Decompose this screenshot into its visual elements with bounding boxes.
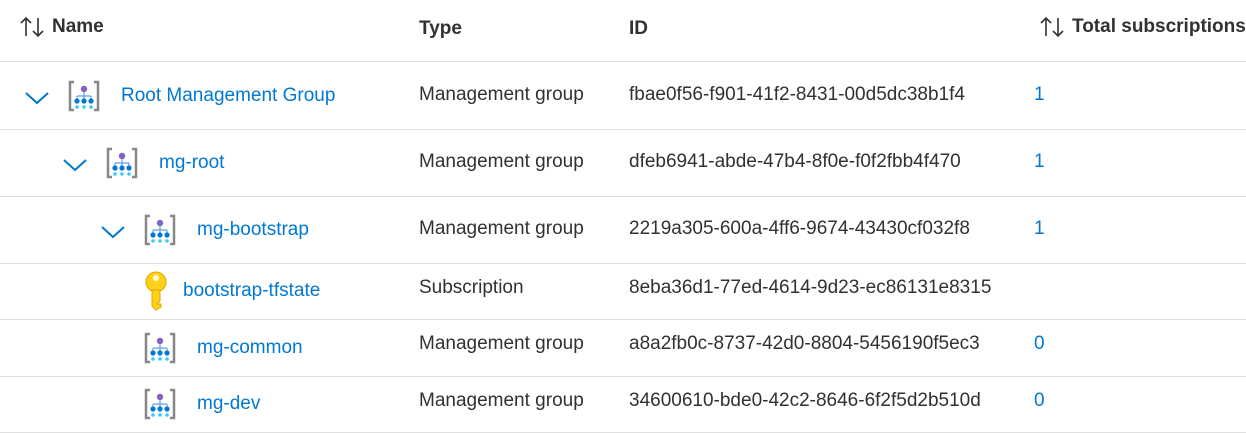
subscription-key-icon (142, 271, 170, 316)
management-group-icon (66, 78, 102, 119)
sort-arrows-icon (1040, 16, 1064, 38)
total-subscriptions-link[interactable]: 0 (1034, 390, 1045, 412)
total-subscriptions-link[interactable]: 1 (1034, 84, 1045, 106)
sort-total-subscriptions-button[interactable]: Total subscriptions (1038, 14, 1246, 40)
row-name-link[interactable]: mg-bootstrap (197, 219, 309, 241)
row-id: 2219a305-600a-4ff6-9674-43430cf032f8 (629, 218, 970, 239)
row-type: Management group (419, 390, 584, 411)
table-row[interactable]: mg-root Management group dfeb6941-abde-47b… (0, 129, 1246, 197)
table-header: Name Type ID Total subscriptions (0, 0, 1246, 62)
management-group-icon (104, 145, 140, 186)
column-header-id: ID (629, 18, 648, 39)
management-group-icon (142, 386, 178, 427)
management-group-icon (142, 212, 178, 253)
total-subscriptions-link[interactable]: 1 (1034, 218, 1045, 240)
table-row[interactable]: mg-common Management group a8a2fb0c-8737-4… (0, 319, 1246, 377)
row-name-link[interactable]: mg-root (159, 152, 224, 174)
chevron-down-icon[interactable] (100, 224, 126, 245)
table-row[interactable]: bootstrap-tfstate Subscription 8eba36d1-77… (0, 263, 1246, 320)
table-row[interactable]: mg-bootstrap Management group 2219a305-600… (0, 196, 1246, 264)
row-name-link[interactable]: mg-common (197, 337, 303, 359)
column-header-total-subscriptions: Total subscriptions (1072, 16, 1246, 37)
row-id: dfeb6941-abde-47b4-8f0e-f0f2fbb4f470 (629, 151, 961, 172)
sort-name-button[interactable]: Name (18, 14, 104, 40)
management-groups-table: Name Type ID Total subscriptions Root Ma… (0, 0, 1246, 433)
sort-arrows-icon (20, 16, 44, 38)
row-id: a8a2fb0c-8737-42d0-8804-5456190f5ec3 (629, 333, 980, 354)
row-name-link[interactable]: Root Management Group (121, 85, 335, 107)
column-header-type: Type (419, 18, 462, 39)
row-id: fbae0f56-f901-41f2-8431-00d5dc38b1f4 (629, 84, 965, 105)
row-type: Management group (419, 84, 584, 105)
chevron-down-icon[interactable] (62, 157, 88, 178)
row-name-link[interactable]: mg-dev (197, 393, 260, 415)
row-id: 34600610-bde0-42c2-8646-6f2f5d2b510d (629, 390, 981, 411)
row-type: Management group (419, 151, 584, 172)
management-group-icon (142, 330, 178, 371)
total-subscriptions-link[interactable]: 1 (1034, 151, 1045, 173)
row-id: 8eba36d1-77ed-4614-9d23-ec86131e8315 (629, 277, 992, 298)
chevron-down-icon[interactable] (24, 90, 50, 111)
column-header-name: Name (52, 16, 104, 37)
row-type: Subscription (419, 277, 524, 298)
table-row[interactable]: Root Management Group Management group fba… (0, 62, 1246, 130)
table-row[interactable]: mg-dev Management group 34600610-bde0-42c2… (0, 376, 1246, 433)
row-name-link[interactable]: bootstrap-tfstate (183, 280, 320, 302)
row-type: Management group (419, 218, 584, 239)
row-type: Management group (419, 333, 584, 354)
total-subscriptions-link[interactable]: 0 (1034, 333, 1045, 355)
